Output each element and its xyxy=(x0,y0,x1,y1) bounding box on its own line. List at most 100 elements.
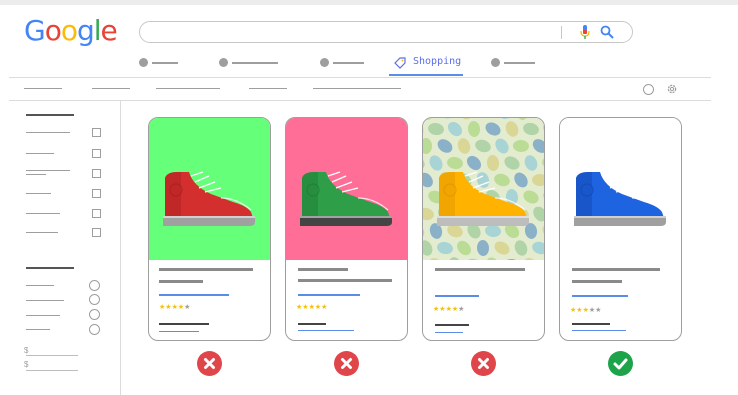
filter-option-label xyxy=(26,153,54,154)
tool-item-4[interactable] xyxy=(249,88,287,89)
microphone-icon[interactable] xyxy=(580,25,590,40)
product-link-line[interactable] xyxy=(435,295,479,297)
filter-checkbox[interactable] xyxy=(92,169,101,178)
filter-radio[interactable] xyxy=(89,309,100,320)
price-min-prefix: $ xyxy=(24,346,29,355)
tool-item-1[interactable] xyxy=(24,88,62,89)
product-title-line xyxy=(572,268,660,271)
filter-option-label xyxy=(26,232,58,233)
logo-letter: e xyxy=(100,14,118,47)
sneaker-image xyxy=(163,171,255,226)
product-image[interactable] xyxy=(286,118,407,260)
star-icon: ★ xyxy=(595,307,602,314)
price-max-prefix: $ xyxy=(24,360,29,369)
filter-option-label xyxy=(26,329,50,330)
rejected-cross-icon xyxy=(471,351,496,376)
merchant-line[interactable] xyxy=(298,330,354,331)
product-title-line xyxy=(159,280,203,283)
star-icon: ★ xyxy=(458,306,465,313)
logo-letter: o xyxy=(60,14,78,47)
sneaker-image xyxy=(437,171,529,226)
tab-icon xyxy=(219,58,228,67)
merchant-line[interactable] xyxy=(435,332,463,333)
tab-icon xyxy=(139,58,148,67)
search-divider xyxy=(561,26,562,39)
tab-label xyxy=(504,62,535,64)
tab-placeholder-2[interactable] xyxy=(219,56,281,70)
product-card[interactable]: ★★★★★ xyxy=(148,117,271,341)
filter-option-label xyxy=(26,174,46,175)
logo-letter: o xyxy=(44,14,62,47)
logo-letter: g xyxy=(76,14,95,47)
tab-icon xyxy=(320,58,329,67)
sneaker-image xyxy=(300,171,392,226)
filter-option-label xyxy=(26,213,60,214)
product-image[interactable] xyxy=(149,118,270,260)
tab-label xyxy=(232,62,278,64)
product-title-line xyxy=(435,268,525,271)
filter-option-label xyxy=(26,170,70,171)
tool-item-5[interactable] xyxy=(313,88,401,89)
help-icon[interactable] xyxy=(643,84,654,95)
filter-checkbox[interactable] xyxy=(92,189,101,198)
star-rating: ★★★★★ xyxy=(296,304,327,312)
filter-checkbox[interactable] xyxy=(92,228,101,237)
star-rating: ★★★★★ xyxy=(159,304,190,312)
tab-icon xyxy=(491,58,500,67)
product-price-line xyxy=(298,323,326,325)
rejected-cross-icon xyxy=(334,351,359,376)
filter-option-label xyxy=(26,300,64,301)
filter-option-label xyxy=(26,193,51,194)
star-rating: ★★★★★ xyxy=(433,306,464,314)
tool-item-2[interactable] xyxy=(92,88,130,89)
tab-placeholder-4[interactable] xyxy=(491,56,537,70)
price-max-input[interactable] xyxy=(26,370,78,371)
product-link-line[interactable] xyxy=(298,294,360,296)
search-icon[interactable] xyxy=(600,25,614,39)
approved-check-icon xyxy=(608,351,633,376)
star-icon: ★ xyxy=(184,304,191,311)
tab-placeholder-1[interactable] xyxy=(139,56,179,70)
product-card[interactable]: ★★★★★ xyxy=(422,117,545,341)
product-link-line[interactable] xyxy=(572,295,628,297)
tab-placeholder-3[interactable] xyxy=(320,56,366,70)
tab-shopping-label: Shopping xyxy=(413,56,462,67)
filter-checkbox[interactable] xyxy=(92,128,101,137)
search-input[interactable] xyxy=(139,21,633,43)
filter-radio[interactable] xyxy=(89,294,100,305)
price-tag-icon xyxy=(394,57,406,69)
merchant-line[interactable] xyxy=(572,330,626,331)
product-card[interactable]: ★★★★★ xyxy=(285,117,408,341)
filter-option-label xyxy=(26,132,70,133)
filter-checkbox[interactable] xyxy=(92,209,101,218)
tab-label xyxy=(333,62,364,64)
filter-heading xyxy=(26,114,74,116)
filter-option-label xyxy=(26,285,54,286)
merchant-line[interactable] xyxy=(159,331,199,332)
filter-option-label xyxy=(26,315,60,316)
product-image[interactable] xyxy=(423,118,544,260)
gear-icon[interactable] xyxy=(666,83,678,95)
filter-heading xyxy=(26,267,74,269)
star-icon: ★ xyxy=(321,304,328,311)
filter-radio[interactable] xyxy=(89,324,100,335)
price-min-input[interactable] xyxy=(26,355,78,356)
product-image[interactable] xyxy=(560,118,681,260)
top-border xyxy=(0,0,738,5)
product-price-line xyxy=(435,324,469,326)
tool-item-3[interactable] xyxy=(156,88,220,89)
google-logo[interactable]: Google xyxy=(24,14,118,47)
product-card[interactable]: ★★★★★ xyxy=(559,117,682,341)
product-title-line xyxy=(298,268,348,271)
tab-shopping[interactable]: Shopping xyxy=(389,54,463,76)
toolbar-divider xyxy=(9,100,711,101)
filter-checkbox[interactable] xyxy=(92,149,101,158)
product-title-line xyxy=(159,268,253,271)
star-rating: ★★★★★ xyxy=(570,307,601,315)
logo-letter: l xyxy=(93,14,102,47)
filter-radio[interactable] xyxy=(89,280,100,291)
active-tab-indicator xyxy=(389,74,463,76)
sidebar-divider xyxy=(120,101,121,395)
product-price-line xyxy=(572,323,610,325)
product-link-line[interactable] xyxy=(159,294,229,296)
